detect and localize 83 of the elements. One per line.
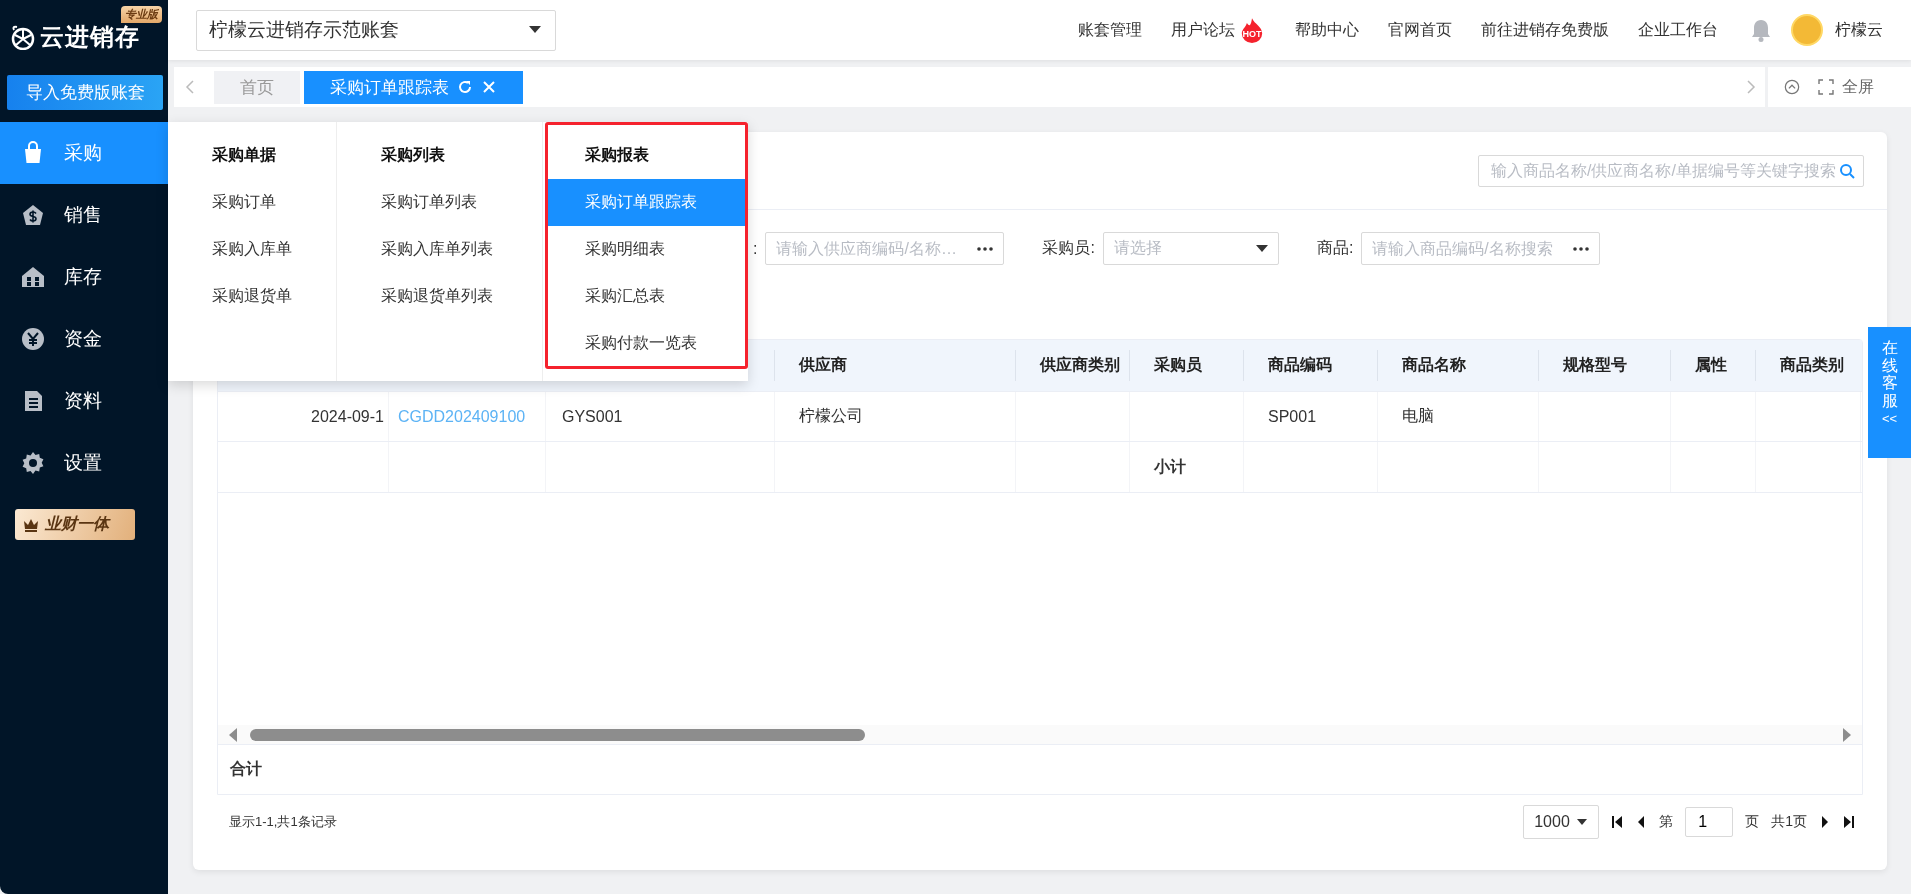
fullscreen-button[interactable]: 全屏 [1818, 76, 1874, 98]
caret-down-icon [1255, 244, 1268, 253]
edition-badge: 专业版 [121, 6, 162, 23]
horizontal-scrollbar[interactable] [218, 725, 1862, 745]
menu-item[interactable]: 采购订单列表 [337, 179, 542, 226]
lemon-logo-icon [10, 23, 36, 50]
scrollbar-thumb[interactable] [250, 728, 865, 741]
column-header: 商品类别 [1779, 355, 1845, 375]
menu-item[interactable]: 采购付款一览表 [547, 320, 745, 367]
page-total: 共1页 [1771, 813, 1807, 831]
nav-item[interactable]: 资金 [0, 308, 168, 370]
first-page-icon[interactable] [1611, 816, 1624, 828]
page-prefix: 第 [1659, 813, 1674, 831]
menu-item[interactable]: 采购汇总表 [547, 273, 745, 320]
total-label: 合计 [230, 759, 262, 779]
column-header: 供应商类别 [1016, 350, 1130, 381]
menu-item[interactable]: 采购退货单列表 [337, 273, 542, 320]
page-suffix: 页 [1745, 813, 1760, 831]
column-header: 商品编码 [1244, 350, 1378, 381]
nav-item[interactable]: 设置 [0, 432, 168, 494]
column-header: 采购员 [1130, 350, 1244, 381]
chevron-up-circle-icon[interactable] [1784, 79, 1800, 95]
table-cell: 电脑 [1378, 392, 1539, 441]
menu-heading: 采购报表 [583, 145, 650, 165]
gear-icon [20, 450, 46, 476]
menu-item[interactable]: 采购明细表 [547, 226, 745, 273]
more-icon[interactable] [1573, 246, 1590, 251]
crown-icon [23, 517, 39, 532]
scroll-left-icon[interactable] [228, 727, 238, 742]
menu-heading: 采购列表 [380, 145, 447, 165]
table-cell: SP001 [1244, 392, 1378, 441]
menu-heading: 采购单据 [211, 145, 277, 165]
yen-coin-icon [20, 326, 46, 352]
menu-item[interactable]: 采购订单 [168, 179, 337, 226]
top-link[interactable]: 企业工作台 [1638, 19, 1718, 41]
column-header: 规格型号 [1539, 350, 1671, 381]
filter-label: 商品: [1316, 238, 1354, 258]
nav-item[interactable]: 库存 [0, 246, 168, 308]
subtotal-label: 小计 [1130, 442, 1244, 492]
table-cell: 2024-09-1 [218, 392, 389, 441]
search-icon[interactable] [1839, 162, 1855, 179]
dollar-tag-icon [20, 202, 46, 228]
caret-down-icon [1576, 818, 1589, 826]
bell-icon[interactable] [1750, 18, 1772, 42]
user-name[interactable]: 柠檬云 [1835, 19, 1883, 41]
top-link[interactable]: 用户论坛 [1171, 19, 1235, 41]
column-header: 属性 [1671, 350, 1756, 381]
scroll-right-icon[interactable] [1842, 727, 1852, 742]
last-page-icon[interactable] [1843, 816, 1855, 828]
nav-item[interactable]: 销售 [0, 184, 168, 246]
fullscreen-icon [1818, 79, 1834, 95]
more-icon[interactable] [977, 246, 994, 251]
filter-label: 采购员: [1042, 238, 1095, 258]
search-field[interactable]: 输入商品名称/供应商名称/单据编号等关键字搜索 [1478, 154, 1864, 187]
record-info: 显示1-1,共1条记录 [229, 813, 337, 831]
column-header: 商品名称 [1378, 350, 1539, 381]
menu-item[interactable]: 采购入库单 [168, 226, 337, 273]
table-cell: GYS001 [546, 392, 775, 441]
top-link[interactable]: 账套管理 [1078, 19, 1142, 41]
menu-item[interactable]: 采购退货单 [168, 273, 337, 320]
top-link[interactable]: 官网首页 [1388, 19, 1452, 41]
account-select[interactable]: 柠檬云进销存示范账套 [196, 9, 556, 51]
picker-field[interactable]: 请输入供应商编码/名称… [765, 232, 1005, 265]
menu-item[interactable]: 采购入库单列表 [337, 226, 542, 273]
caret-down-icon [529, 26, 541, 34]
chevron-left-icon[interactable] [184, 79, 196, 95]
picker-field[interactable]: 请输入商品编码/名称搜索 [1361, 232, 1601, 265]
column-header: 供应商 [775, 350, 1016, 381]
page-size-select[interactable]: 1000 [1523, 805, 1600, 839]
logo-text: 云进销存 [40, 21, 140, 52]
table-cell: 柠檬公司 [775, 392, 1016, 441]
warehouse-icon [20, 264, 46, 290]
top-link[interactable]: 前往进销存免费版 [1481, 19, 1609, 41]
avatar[interactable] [1791, 14, 1823, 46]
page-input[interactable]: 1 [1685, 807, 1734, 837]
filter-label: : [753, 239, 758, 258]
chevron-right-icon[interactable] [1745, 79, 1757, 95]
close-icon[interactable] [481, 79, 497, 95]
nav-item[interactable]: 资料 [0, 370, 168, 432]
top-link[interactable]: 帮助中心 [1295, 19, 1359, 41]
promo-badge[interactable]: 业财一体 [15, 509, 135, 540]
next-page-icon[interactable] [1819, 816, 1831, 828]
refresh-icon[interactable] [457, 79, 473, 95]
